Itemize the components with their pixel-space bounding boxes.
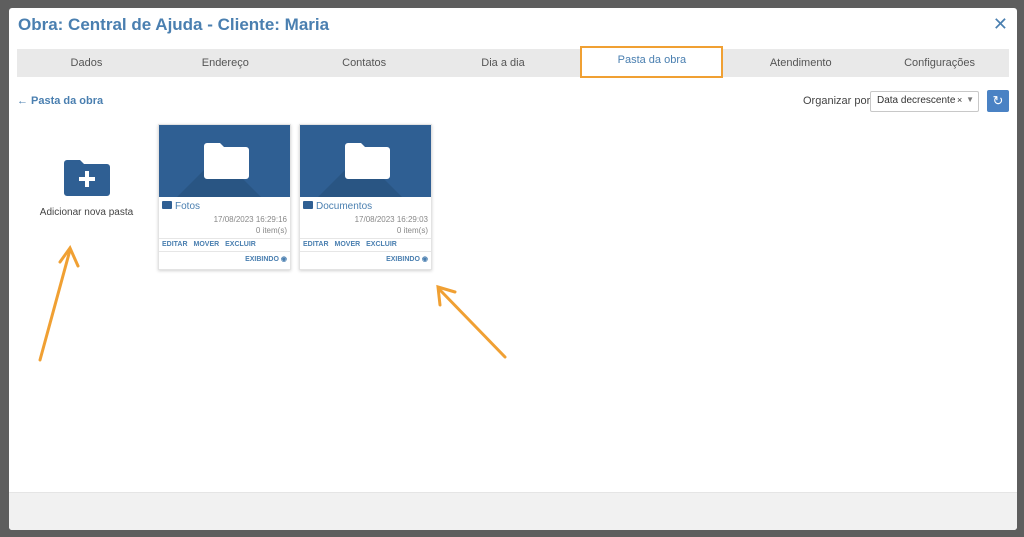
tab-dados[interactable]: Dados [17, 49, 156, 77]
view-toggle[interactable]: EXIBINDO ◉ [386, 255, 428, 263]
edit-button[interactable]: EDITAR [162, 241, 188, 248]
edit-button[interactable]: EDITAR [303, 241, 329, 248]
divider [159, 251, 290, 252]
modal-footer [9, 492, 1017, 530]
add-folder-label: Adicionar nova pasta [39, 207, 134, 218]
folder-card[interactable]: Documentos 17/08/2023 16:29:03 0 item(s)… [299, 124, 432, 270]
folder-name-text: Fotos [175, 201, 201, 212]
folder-item-count: 0 item(s) [396, 226, 428, 235]
tab-bar: Dados Endereço Contatos Dia a dia Pasta … [17, 46, 1009, 78]
move-button[interactable]: MOVER [335, 241, 361, 248]
folder-small-icon [162, 201, 172, 209]
divider [300, 238, 431, 239]
sort-select[interactable]: Data decrescente × ▼ [870, 91, 979, 112]
eye-icon: ◉ [280, 256, 287, 263]
folder-card[interactable]: Fotos 17/08/2023 16:29:16 0 item(s) EDIT… [158, 124, 291, 270]
folder-date: 17/08/2023 16:29:16 [213, 215, 287, 224]
tab-pasta-da-obra[interactable]: Pasta da obra [580, 46, 724, 78]
divider [159, 238, 290, 239]
tab-contatos[interactable]: Contatos [295, 49, 434, 77]
back-link-label: Pasta da obra [31, 95, 104, 107]
folder-modal: Obra: Central de Ajuda - Cliente: Maria … [9, 8, 1017, 530]
folder-item-count: 0 item(s) [255, 226, 287, 235]
folder-thumbnail [300, 125, 431, 197]
move-button[interactable]: MOVER [194, 241, 220, 248]
chevron-down-icon: ▼ [966, 95, 974, 104]
folder-name[interactable]: Documentos [303, 201, 372, 212]
folder-actions: EDITAR MOVER EXCLUIR [303, 241, 401, 248]
folder-small-icon [303, 201, 313, 209]
tab-dia-a-dia[interactable]: Dia a dia [434, 49, 573, 77]
sort-label: Organizar por [803, 95, 871, 107]
folder-name-text: Documentos [316, 201, 373, 212]
folder-date: 17/08/2023 16:29:03 [354, 215, 428, 224]
tab-endereco[interactable]: Endereço [156, 49, 295, 77]
view-toggle-label: EXIBINDO [245, 256, 279, 263]
refresh-button[interactable]: ↻ [987, 90, 1009, 112]
folder-name[interactable]: Fotos [162, 201, 200, 212]
tab-atendimento[interactable]: Atendimento [731, 49, 870, 77]
sort-select-value: Data decrescente [877, 95, 956, 106]
tab-configuracoes[interactable]: Configurações [870, 49, 1009, 77]
folder-actions: EDITAR MOVER EXCLUIR [162, 241, 260, 248]
refresh-icon: ↻ [992, 93, 1004, 108]
view-toggle[interactable]: EXIBINDO ◉ [245, 255, 287, 263]
delete-button[interactable]: EXCLUIR [366, 241, 397, 248]
delete-button[interactable]: EXCLUIR [225, 241, 256, 248]
view-toggle-label: EXIBINDO [386, 256, 420, 263]
folder-plus-icon [63, 160, 110, 196]
folder-thumbnail [159, 125, 290, 197]
folder-icon [204, 143, 249, 179]
modal-title: Obra: Central de Ajuda - Cliente: Maria [18, 15, 330, 34]
arrow-left-icon: ← [17, 95, 28, 107]
back-link[interactable]: ← Pasta da obra [17, 95, 103, 107]
close-icon[interactable]: ✕ [993, 14, 1008, 35]
add-folder-button[interactable]: Adicionar nova pasta [29, 158, 144, 218]
eye-icon: ◉ [421, 256, 428, 263]
clear-icon[interactable]: × [957, 95, 962, 105]
folder-icon [345, 143, 390, 179]
divider [300, 251, 431, 252]
